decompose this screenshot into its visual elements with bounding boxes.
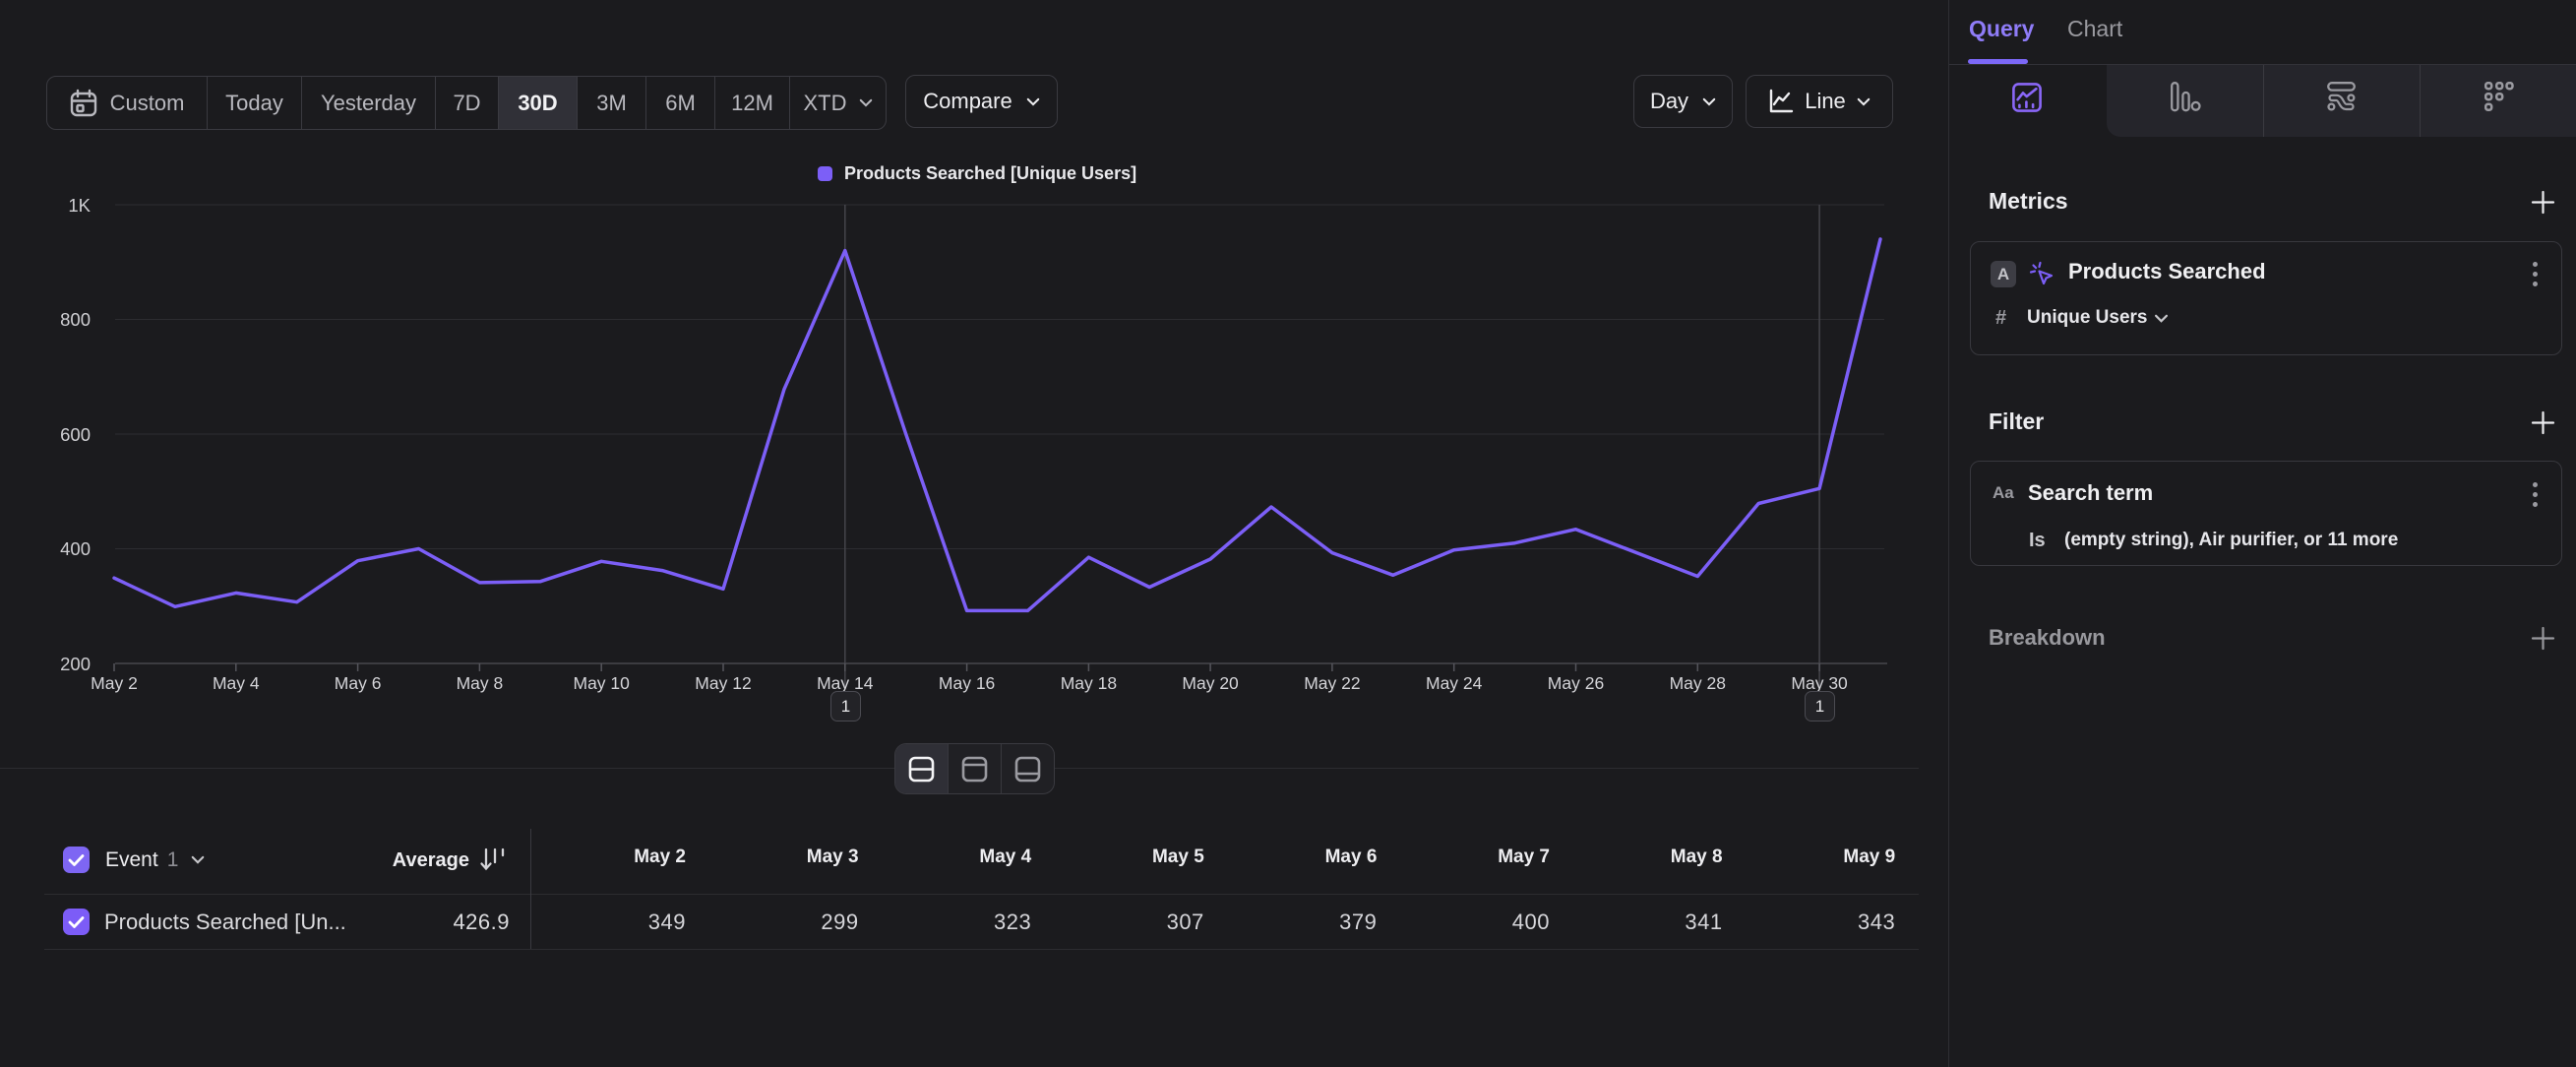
svg-text:May 8: May 8 (457, 673, 504, 693)
svg-text:May 18: May 18 (1061, 673, 1117, 693)
svg-text:May 30: May 30 (1791, 673, 1848, 693)
svg-text:May 2: May 2 (91, 673, 138, 693)
svg-text:May 12: May 12 (695, 673, 751, 693)
svg-text:May 22: May 22 (1304, 673, 1360, 693)
svg-text:May 28: May 28 (1670, 673, 1726, 693)
svg-text:May 20: May 20 (1182, 673, 1239, 693)
svg-text:May 6: May 6 (335, 673, 382, 693)
svg-text:May 16: May 16 (939, 673, 995, 693)
svg-text:200: 200 (60, 654, 91, 674)
svg-text:May 26: May 26 (1548, 673, 1604, 693)
svg-text:May 10: May 10 (574, 673, 631, 693)
svg-text:800: 800 (60, 309, 91, 330)
svg-text:May 4: May 4 (213, 673, 260, 693)
svg-text:1K: 1K (68, 195, 91, 216)
svg-text:400: 400 (60, 538, 91, 559)
svg-text:May 14: May 14 (817, 673, 874, 693)
svg-text:600: 600 (60, 424, 91, 445)
svg-text:May 24: May 24 (1426, 673, 1483, 693)
